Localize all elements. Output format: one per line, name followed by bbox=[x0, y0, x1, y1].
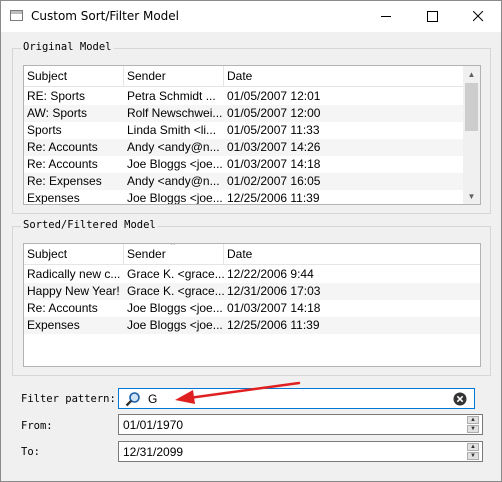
cell-subject: AW: Sports bbox=[27, 106, 88, 120]
cell-subject: Re: Expenses bbox=[27, 174, 102, 188]
to-spinner[interactable]: ▲ ▼ bbox=[465, 442, 482, 461]
cell-date: 01/05/2007 11:33 bbox=[227, 123, 320, 137]
original-scrollbar[interactable]: ▲ ▼ bbox=[463, 66, 480, 204]
from-label: From: bbox=[21, 420, 53, 432]
app-icon bbox=[10, 10, 23, 21]
header-date[interactable]: Date bbox=[224, 66, 465, 87]
scroll-up-icon[interactable]: ▲ bbox=[463, 66, 480, 83]
main-window: Custom Sort/Filter Model Original Model … bbox=[0, 0, 502, 482]
cell-sender: Grace K. <grace... bbox=[127, 284, 224, 298]
spin-up-icon[interactable]: ▲ bbox=[467, 443, 479, 451]
sorted-model-title: Sorted/Filtered Model bbox=[21, 219, 158, 231]
cell-sender: Joe Bloggs <joe... bbox=[127, 301, 223, 315]
cell-date: 01/03/2007 14:18 bbox=[227, 157, 321, 171]
original-model-title: Original Model bbox=[21, 41, 114, 53]
cell-date: 01/02/2007 16:05 bbox=[227, 174, 321, 188]
minimize-icon bbox=[381, 16, 391, 17]
filter-pattern-label: Filter pattern: bbox=[21, 393, 116, 405]
minimize-button[interactable] bbox=[363, 1, 409, 32]
header-subject[interactable]: Subject bbox=[24, 66, 124, 87]
cell-subject: Expenses bbox=[27, 191, 80, 205]
cell-date: 01/03/2007 14:18 bbox=[227, 301, 321, 315]
window-title: Custom Sort/Filter Model bbox=[31, 9, 179, 23]
cell-date: 01/03/2007 14:26 bbox=[227, 140, 321, 154]
table-row[interactable]: Sports Linda Smith <li... 01/05/2007 11:33 bbox=[24, 122, 465, 139]
cell-sender: Rolf Newschwei... bbox=[127, 106, 223, 120]
table-row[interactable]: Happy New Year! Grace K. <grace... 12/31/2… bbox=[24, 283, 480, 300]
cell-subject: RE: Sports bbox=[27, 89, 86, 103]
header-subject[interactable]: Subject bbox=[24, 244, 124, 265]
from-date-edit[interactable]: 01/01/1970 ▲ ▼ bbox=[118, 414, 483, 435]
sorted-model-view[interactable]: Subject Sender Date ^ Radically new c...… bbox=[23, 243, 481, 367]
scroll-thumb[interactable] bbox=[465, 83, 478, 131]
spin-down-icon[interactable]: ▼ bbox=[467, 425, 479, 433]
spin-down-icon[interactable]: ▼ bbox=[467, 452, 479, 460]
sort-indicator-icon: ^ bbox=[171, 243, 175, 250]
cell-sender: Andy <andy@n... bbox=[127, 140, 220, 154]
cell-subject: Sports bbox=[27, 123, 62, 137]
table-row[interactable]: Re: Accounts Joe Bloggs <joe... 01/03/2007… bbox=[24, 300, 480, 317]
cell-sender: Linda Smith <li... bbox=[127, 123, 217, 137]
to-date-edit[interactable]: 12/31/2099 ▲ ▼ bbox=[118, 441, 483, 462]
to-date-value: 12/31/2099 bbox=[123, 445, 184, 459]
cell-subject: Re: Accounts bbox=[27, 157, 98, 171]
sorted-header: Subject Sender Date bbox=[24, 244, 480, 265]
maximize-icon bbox=[427, 11, 438, 22]
cell-date: 12/25/2006 11:39 bbox=[227, 191, 320, 205]
cell-subject: Expenses bbox=[27, 318, 80, 332]
table-row[interactable]: Expenses Joe Bloggs <joe... 12/25/2006 11:… bbox=[24, 317, 480, 334]
maximize-button[interactable] bbox=[409, 1, 455, 32]
header-date[interactable]: Date bbox=[224, 244, 480, 265]
table-row[interactable]: Re: Accounts Andy <andy@n... 01/03/2007 14… bbox=[24, 139, 465, 156]
cell-sender: Petra Schmidt ... bbox=[127, 89, 216, 103]
cell-subject: Happy New Year! bbox=[27, 284, 120, 298]
cell-subject: Re: Accounts bbox=[27, 140, 98, 154]
cell-subject: Re: Accounts bbox=[27, 301, 98, 315]
cell-date: 01/05/2007 12:00 bbox=[227, 106, 321, 120]
cell-subject: Radically new c... bbox=[27, 267, 121, 281]
header-sender[interactable]: Sender bbox=[124, 66, 224, 87]
scroll-down-icon[interactable]: ▼ bbox=[463, 188, 480, 204]
cell-sender: Joe Bloggs <joe... bbox=[127, 157, 223, 171]
to-label: To: bbox=[21, 446, 40, 458]
table-row[interactable]: Re: Accounts Joe Bloggs <joe... 01/03/2007… bbox=[24, 156, 465, 173]
cell-date: 12/22/2006 9:44 bbox=[227, 267, 314, 281]
table-row[interactable]: AW: Sports Rolf Newschwei... 01/05/2007 12… bbox=[24, 105, 465, 122]
table-row[interactable]: Re: Expenses Andy <andy@n... 01/02/2007 16… bbox=[24, 173, 465, 190]
cell-sender: Andy <andy@n... bbox=[127, 174, 220, 188]
from-date-value: 01/01/1970 bbox=[123, 418, 184, 432]
clear-icon[interactable] bbox=[453, 392, 467, 406]
original-header: Subject Sender Date bbox=[24, 66, 465, 87]
table-row[interactable]: Expenses Joe Bloggs <joe... 12/25/2006 11:… bbox=[24, 190, 465, 205]
original-model-view[interactable]: Subject Sender Date RE: Sports Petra Schm… bbox=[23, 65, 481, 205]
spin-up-icon[interactable]: ▲ bbox=[467, 416, 479, 424]
cell-sender: Grace K. <grace... bbox=[127, 267, 224, 281]
close-icon bbox=[473, 11, 484, 22]
table-row[interactable]: RE: Sports Petra Schmidt ... 01/05/2007 12… bbox=[24, 88, 465, 105]
table-row[interactable]: Radically new c... Grace K. <grace... 12/2… bbox=[24, 266, 480, 283]
from-spinner[interactable]: ▲ ▼ bbox=[465, 415, 482, 434]
cell-sender: Joe Bloggs <joe... bbox=[127, 318, 223, 332]
close-button[interactable] bbox=[455, 1, 501, 32]
cell-sender: Joe Bloggs <joe... bbox=[127, 191, 223, 205]
cell-date: 12/25/2006 11:39 bbox=[227, 318, 320, 332]
annotation-arrow bbox=[175, 381, 301, 404]
cell-date: 01/05/2007 12:01 bbox=[227, 89, 321, 103]
title-bar: Custom Sort/Filter Model bbox=[1, 1, 501, 32]
search-icon bbox=[125, 392, 140, 407]
cell-date: 12/31/2006 17:03 bbox=[227, 284, 321, 298]
